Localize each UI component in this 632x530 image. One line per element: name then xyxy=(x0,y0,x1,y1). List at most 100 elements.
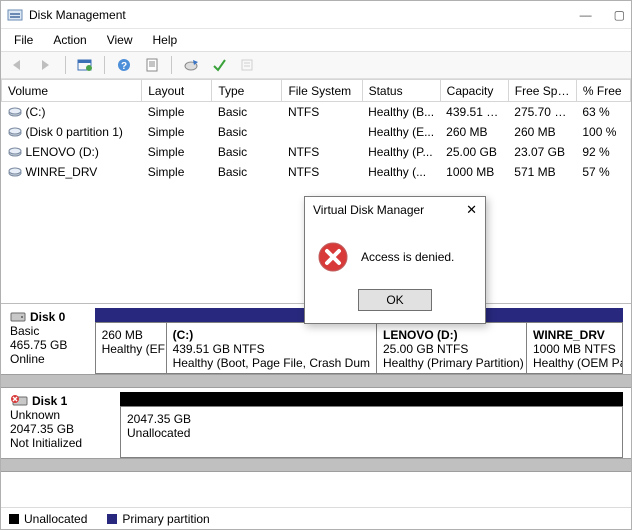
menu-file[interactable]: File xyxy=(4,30,43,50)
volume-freespace: 23.07 GB xyxy=(508,142,576,162)
partition-info: 260 MB xyxy=(102,328,160,342)
menubar: File Action View Help xyxy=(1,29,631,51)
partition-status: Healthy (Primary Partition) xyxy=(383,356,520,370)
legend-label-unallocated: Unallocated xyxy=(24,512,87,526)
svg-text:?: ? xyxy=(121,61,127,72)
col-pctfree[interactable]: % Free xyxy=(576,80,630,102)
disk-1-type: Unknown xyxy=(10,408,112,422)
disk-1-partitions: 2047.35 GB Unallocated xyxy=(120,392,623,458)
dialog-body: Access is denied. xyxy=(305,223,485,283)
maximize-button[interactable]: ▢ xyxy=(614,8,625,22)
volume-capacity: 25.00 GB xyxy=(440,142,508,162)
col-volume[interactable]: Volume xyxy=(2,80,142,102)
drive-icon xyxy=(8,126,22,138)
close-icon[interactable]: ✕ xyxy=(466,202,477,218)
disk-1-header[interactable]: Disk 1 Unknown 2047.35 GB Not Initialize… xyxy=(2,388,120,458)
disk-graph-area: Disk 0 Basic 465.75 GB Online 260 MB Hea… xyxy=(1,304,631,507)
drive-icon xyxy=(8,146,22,158)
menu-help[interactable]: Help xyxy=(143,30,188,50)
partition-status: Healthy (OEM Par xyxy=(533,356,616,370)
volume-fs xyxy=(282,122,362,142)
volume-status: Healthy (P... xyxy=(362,142,440,162)
toolbar-separator xyxy=(104,56,105,74)
volume-row[interactable]: LENOVO (D:) Simple Basic NTFS Healthy (P… xyxy=(2,142,631,162)
disk-separator xyxy=(1,458,631,472)
legend-item-primary: Primary partition xyxy=(107,512,209,526)
window-buttons: — ▢ xyxy=(580,8,625,22)
partition-info: 25.00 GB NTFS xyxy=(383,342,520,356)
col-type[interactable]: Type xyxy=(212,80,282,102)
volume-name: WINRE_DRV xyxy=(26,165,98,179)
col-freespace[interactable]: Free Spa... xyxy=(508,80,576,102)
menu-view[interactable]: View xyxy=(97,30,143,50)
volume-status: Healthy (B... xyxy=(362,102,440,123)
properties-button[interactable] xyxy=(141,54,163,76)
volume-layout: Simple xyxy=(142,162,212,182)
rescan-button[interactable] xyxy=(180,54,202,76)
legend: Unallocated Primary partition xyxy=(1,507,631,529)
toolbar: ? xyxy=(1,51,631,79)
volume-name: (C:) xyxy=(26,105,46,119)
disk-1-label: Disk 1 xyxy=(32,394,67,408)
volume-type: Basic xyxy=(212,162,282,182)
col-status[interactable]: Status xyxy=(362,80,440,102)
col-capacity[interactable]: Capacity xyxy=(440,80,508,102)
legend-label-primary: Primary partition xyxy=(122,512,209,526)
disk-1-status: Not Initialized xyxy=(10,436,112,450)
volume-type: Basic xyxy=(212,122,282,142)
disk-0-header[interactable]: Disk 0 Basic 465.75 GB Online xyxy=(2,304,95,374)
dialog-title: Virtual Disk Manager xyxy=(313,203,424,217)
partition[interactable]: 260 MB Healthy (EFI S xyxy=(95,322,167,374)
menu-action[interactable]: Action xyxy=(43,30,96,50)
forward-button[interactable] xyxy=(35,54,57,76)
volume-type: Basic xyxy=(212,102,282,123)
col-filesystem[interactable]: File System xyxy=(282,80,362,102)
drive-icon xyxy=(8,166,22,178)
help-button[interactable]: ? xyxy=(113,54,135,76)
drive-icon xyxy=(8,106,22,118)
partition-name: (C:) xyxy=(173,328,370,342)
disk-1-row: Disk 1 Unknown 2047.35 GB Not Initialize… xyxy=(1,388,631,458)
volume-row[interactable]: (C:) Simple Basic NTFS Healthy (B... 439… xyxy=(2,102,631,123)
dialog-footer: OK xyxy=(305,283,485,323)
partition-name: LENOVO (D:) xyxy=(383,328,520,342)
toolbar-separator xyxy=(65,56,66,74)
volume-status: Healthy (E... xyxy=(362,122,440,142)
volume-pctfree: 92 % xyxy=(576,142,630,162)
options-button[interactable] xyxy=(236,54,258,76)
col-layout[interactable]: Layout xyxy=(142,80,212,102)
volume-table: Volume Layout Type File System Status Ca… xyxy=(1,79,631,182)
virtual-disk-manager-dialog: Virtual Disk Manager ✕ Access is denied.… xyxy=(304,196,486,324)
volume-row[interactable]: (Disk 0 partition 1) Simple Basic Health… xyxy=(2,122,631,142)
volume-row[interactable]: WINRE_DRV Simple Basic NTFS Healthy (...… xyxy=(2,162,631,182)
volume-status: Healthy (... xyxy=(362,162,440,182)
partition-status: Healthy (Boot, Page File, Crash Dum xyxy=(173,356,370,370)
volume-layout: Simple xyxy=(142,142,212,162)
action-button[interactable] xyxy=(208,54,230,76)
window-title: Disk Management xyxy=(29,8,580,22)
partition[interactable]: 2047.35 GB Unallocated xyxy=(120,406,623,458)
volume-capacity: 439.51 GB xyxy=(440,102,508,123)
volume-pctfree: 57 % xyxy=(576,162,630,182)
dialog-message: Access is denied. xyxy=(361,250,454,264)
legend-item-unallocated: Unallocated xyxy=(9,512,87,526)
partition[interactable]: LENOVO (D:) 25.00 GB NTFS Healthy (Prima… xyxy=(377,322,527,374)
dialog-titlebar: Virtual Disk Manager ✕ xyxy=(305,197,485,223)
ok-button[interactable]: OK xyxy=(358,289,432,311)
partition[interactable]: (C:) 439.51 GB NTFS Healthy (Boot, Page … xyxy=(167,322,377,374)
volume-capacity: 1000 MB xyxy=(440,162,508,182)
refresh-button[interactable] xyxy=(74,54,96,76)
partition[interactable]: WINRE_DRV 1000 MB NTFS Healthy (OEM Par xyxy=(527,322,623,374)
volume-name: (Disk 0 partition 1) xyxy=(26,125,123,139)
partition-info: 439.51 GB NTFS xyxy=(173,342,370,356)
minimize-button[interactable]: — xyxy=(580,8,592,22)
partition-status: Healthy (EFI S xyxy=(102,342,160,356)
error-icon xyxy=(317,241,349,273)
back-button[interactable] xyxy=(7,54,29,76)
volume-layout: Simple xyxy=(142,122,212,142)
volume-pctfree: 100 % xyxy=(576,122,630,142)
volume-type: Basic xyxy=(212,142,282,162)
legend-swatch-unallocated xyxy=(9,514,19,524)
toolbar-separator xyxy=(171,56,172,74)
volume-freespace: 571 MB xyxy=(508,162,576,182)
